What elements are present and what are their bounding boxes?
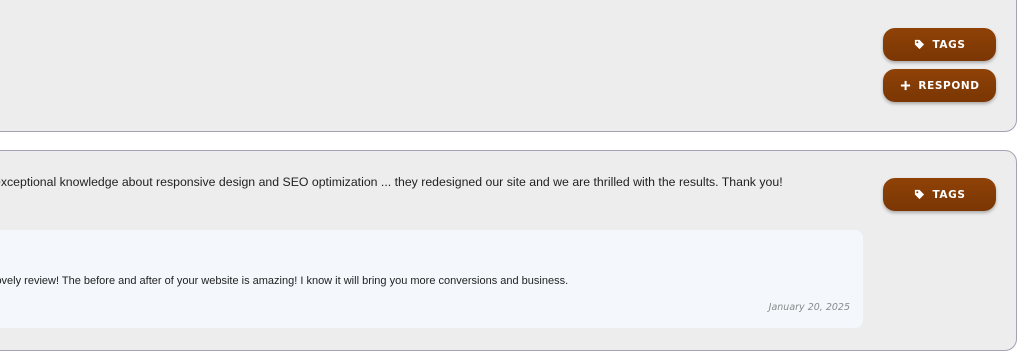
respond-button-label: RESPOND <box>918 79 980 92</box>
review-card <box>0 0 1017 132</box>
reviews-page: TAGS RESPOND exceptional knowledge about… <box>0 0 1024 355</box>
response-date: January 20, 2025 <box>768 302 850 313</box>
tags-button[interactable]: TAGS <box>883 28 996 61</box>
review-text: exceptional knowledge about responsive d… <box>0 175 783 189</box>
response-text: lovely review! The before and after of y… <box>0 275 569 287</box>
respond-button[interactable]: RESPOND <box>883 69 996 102</box>
tag-icon <box>913 39 925 51</box>
tags-button-label: TAGS <box>932 38 966 51</box>
tags-button-label: TAGS <box>932 188 966 201</box>
tag-icon <box>913 189 925 201</box>
tags-button[interactable]: TAGS <box>883 178 996 211</box>
plus-icon <box>899 80 911 92</box>
